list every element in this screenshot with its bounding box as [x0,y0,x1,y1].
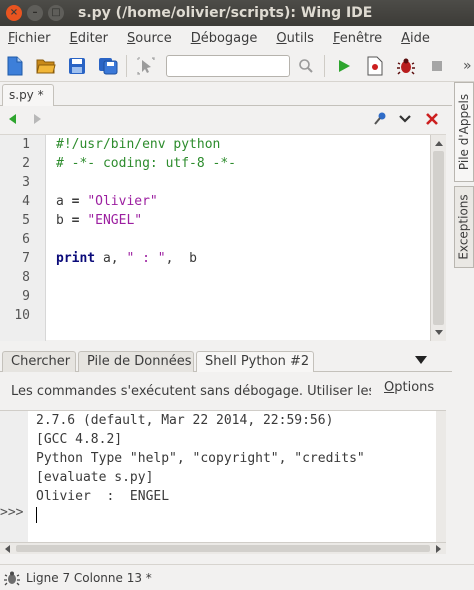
debug-status-icon[interactable] [4,570,20,586]
scroll-up-icon[interactable] [433,138,445,148]
options-button[interactable]: Options [384,380,434,395]
options-label: ptions [394,380,435,395]
new-file-icon [7,56,23,75]
shell-hscroll-thumb[interactable] [16,545,430,552]
close-icon[interactable] [425,112,439,126]
menu-editer[interactable]: Editer [70,31,109,46]
tab-pile-de-donnees[interactable]: Pile de Données [78,351,194,372]
debug-file-icon [367,56,383,75]
line-number-gutter: 1 2 3 4 5 6 7 8 9 10 [0,135,46,341]
shell-prompt-gutter: >>> [0,411,28,543]
line-number: 4 [22,194,30,209]
search-button[interactable] [294,54,318,78]
window-close-button[interactable]: × [6,5,22,21]
line-number: 9 [22,289,30,304]
run-icon [339,59,350,72]
line-number: 2 [22,156,30,171]
menu-fichier[interactable]: Fichier [8,31,51,46]
menu-outils[interactable]: Outils [276,31,314,46]
debug-button[interactable] [394,54,418,78]
scroll-down-icon[interactable] [433,328,445,338]
lower-tab-row: Chercher Pile de Données Shell Python #2 [0,350,452,372]
scroll-right-icon[interactable] [433,544,443,554]
back-arrow-icon[interactable] [6,112,20,126]
text-caret [36,507,37,523]
save-icon [69,57,85,74]
code-line-1: #!/usr/bin/env python [56,137,221,152]
tab-call-stack[interactable]: Pile d'Appels [454,82,474,182]
line-number: 10 [14,308,30,323]
toolbar: » [0,50,474,82]
shell-horizontal-scrollbar[interactable] [0,542,446,554]
code-line-4: a = "Olivier" [56,194,158,209]
side-tab-strip: Pile d'Appels Exceptions [452,82,474,282]
scroll-left-icon[interactable] [3,544,13,554]
shell-vertical-scrollbar[interactable] [436,411,446,543]
editor-vertical-scrollbar[interactable] [430,135,446,341]
shell-output-line: [GCC 4.8.2] [36,432,123,447]
select-tool-button[interactable] [134,54,158,78]
options-mnemonic: O [384,380,395,395]
python-shell[interactable]: >>> 2.7.6 (default, Mar 22 2014, 22:59:5… [0,410,446,543]
editor-panel: s.py * 1 2 3 4 5 6 7 8 9 10 #!/usr/bin/e… [0,84,452,346]
code-line-7: print a, " : ", b [56,251,197,266]
shell-output-line: Python Type "help", "copyright", "credit… [36,451,365,466]
line-number: 1 [22,137,30,152]
code-line-5: b = "ENGEL" [56,213,143,228]
window-title: s.py (/home/olivier/scripts): Wing IDE [78,5,373,21]
line-number: 8 [22,270,30,285]
window-minimize-button[interactable]: – [27,5,43,21]
menu-aide[interactable]: Aide [401,31,430,46]
bug-icon [397,58,415,75]
editor-nav-row [0,108,452,130]
shell-info-text: Les commandes s'exécutent sans débogage.… [11,383,371,399]
pin-icon[interactable] [372,111,388,127]
chevron-down-icon[interactable] [398,112,412,126]
panel-menu-icon[interactable] [414,355,428,365]
stop-button[interactable] [425,54,449,78]
shell-prompt: >>> [0,505,24,520]
code-editor[interactable]: 1 2 3 4 5 6 7 8 9 10 #!/usr/bin/env pyth… [0,134,446,341]
editor-tab-row: s.py * [0,84,452,106]
open-file-button[interactable] [34,54,58,78]
run-button[interactable] [332,54,356,78]
line-number: 3 [22,175,30,190]
toolbar-overflow-button[interactable]: » [463,58,472,74]
save-button[interactable] [65,54,89,78]
shell-output-line: Olivier : ENGEL [36,489,170,504]
debug-file-button[interactable] [363,54,387,78]
stop-icon [432,60,442,71]
open-folder-icon [36,59,56,73]
menu-source[interactable]: Source [127,31,172,46]
forward-arrow-icon[interactable] [30,112,44,126]
title-bar: × – □ s.py (/home/olivier/scripts): Wing… [0,0,474,26]
menu-debogage[interactable]: Débogage [191,31,258,46]
line-number: 7 [22,251,30,266]
save-all-icon [99,57,118,74]
save-all-button[interactable] [96,54,120,78]
cursor-position: Ligne 7 Colonne 13 * [26,570,152,585]
line-number: 5 [22,213,30,228]
window-maximize-button[interactable]: □ [48,5,64,21]
tab-chercher[interactable]: Chercher [2,351,76,372]
new-file-button[interactable] [3,54,27,78]
editor-scroll-thumb[interactable] [433,151,444,325]
search-icon [299,58,313,73]
shell-info-row: Les commandes s'exécutent sans débogage.… [0,376,452,406]
search-input[interactable] [166,54,290,77]
tab-exceptions[interactable]: Exceptions [454,186,474,268]
toolbar-separator [126,54,127,77]
toolbar-separator-2 [324,54,325,77]
line-number: 6 [22,232,30,247]
shell-output-line: 2.7.6 (default, Mar 22 2014, 22:59:56) [36,413,334,428]
shell-output-line: [evaluate s.py] [36,470,154,485]
status-bar: Ligne 7 Colonne 13 * [0,564,474,590]
tab-shell-python[interactable]: Shell Python #2 [196,351,314,372]
menu-fenetre[interactable]: Fenêtre [333,31,382,46]
code-line-2: # -*- coding: utf-8 -*- [56,156,237,171]
tab-s-py[interactable]: s.py * [2,84,54,106]
select-pointer-icon [137,56,155,75]
menu-bar: Fichier Editer Source Débogage Outils Fe… [0,26,474,50]
